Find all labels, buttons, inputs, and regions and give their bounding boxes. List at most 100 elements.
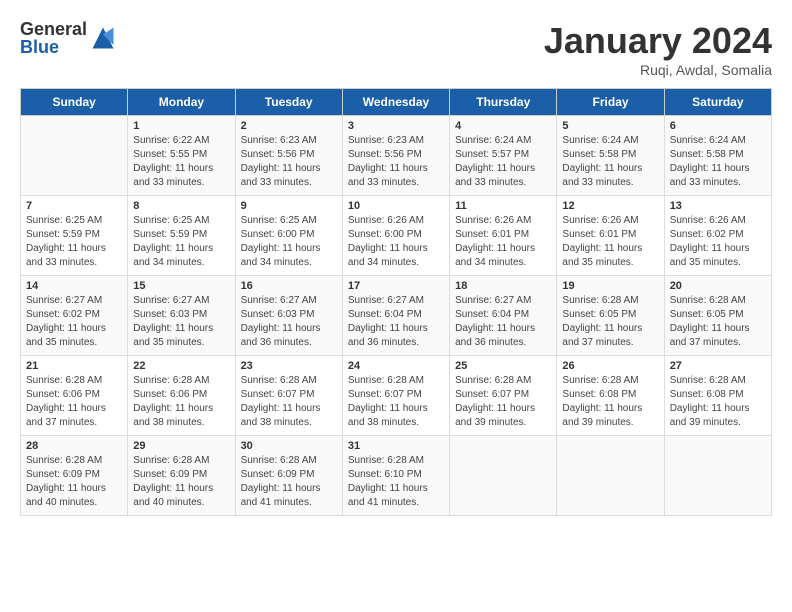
calendar-header: SundayMondayTuesdayWednesdayThursdayFrid… <box>21 89 772 116</box>
weekday-header: Tuesday <box>235 89 342 116</box>
day-number: 25 <box>455 360 551 372</box>
calendar-day-cell: 23 Sunrise: 6:28 AM Sunset: 6:07 PM Dayli… <box>235 356 342 436</box>
calendar-week-row: 14 Sunrise: 6:27 AM Sunset: 6:02 PM Dayli… <box>21 276 772 356</box>
day-info: Sunrise: 6:24 AM Sunset: 5:58 PM Dayligh… <box>670 134 766 190</box>
title-block: January 2024 Ruqi, Awdal, Somalia <box>544 20 772 78</box>
day-number: 13 <box>670 200 766 212</box>
calendar-day-cell: 3Sunrise: 6:23 AM Sunset: 5:56 PM Daylig… <box>342 116 449 196</box>
weekday-header: Monday <box>128 89 235 116</box>
calendar-day-cell: 20Sunrise: 6:28 AM Sunset: 6:05 PM Dayli… <box>664 276 771 356</box>
calendar-day-cell <box>450 436 557 516</box>
day-number: 15 <box>133 280 229 292</box>
day-info: Sunrise: 6:28 AM Sunset: 6:06 PM Dayligh… <box>133 374 229 430</box>
weekday-header: Thursday <box>450 89 557 116</box>
day-number: 7 <box>26 200 122 212</box>
day-info: Sunrise: 6:27 AM Sunset: 6:03 PM Dayligh… <box>133 294 229 350</box>
logo: General Blue <box>20 20 117 56</box>
day-info: Sunrise: 6:26 AM Sunset: 6:01 PM Dayligh… <box>562 214 658 270</box>
day-info: Sunrise: 6:26 AM Sunset: 6:01 PM Dayligh… <box>455 214 551 270</box>
day-info: Sunrise: 6:28 AM Sunset: 6:09 PM Dayligh… <box>133 454 229 510</box>
calendar-day-cell: 10Sunrise: 6:26 AM Sunset: 6:00 PM Dayli… <box>342 196 449 276</box>
calendar-day-cell <box>557 436 664 516</box>
day-info: Sunrise: 6:28 AM Sunset: 6:08 PM Dayligh… <box>562 374 658 430</box>
logo-icon <box>89 24 117 52</box>
day-info: Sunrise: 6:28 AM Sunset: 6:10 PM Dayligh… <box>348 454 444 510</box>
calendar-week-row: 1 Sunrise: 6:22 AM Sunset: 5:55 PM Daylig… <box>21 116 772 196</box>
weekday-header: Sunday <box>21 89 128 116</box>
calendar-table: SundayMondayTuesdayWednesdayThursdayFrid… <box>20 88 772 516</box>
day-number: 11 <box>455 200 551 212</box>
day-info: Sunrise: 6:28 AM Sunset: 6:08 PM Dayligh… <box>670 374 766 430</box>
day-number: 30 <box>241 440 337 452</box>
calendar-day-cell: 7 Sunrise: 6:25 AM Sunset: 5:59 PM Daylig… <box>21 196 128 276</box>
day-number: 23 <box>241 360 337 372</box>
day-number: 19 <box>562 280 658 292</box>
day-number: 2 <box>241 120 337 132</box>
calendar-day-cell: 5 Sunrise: 6:24 AM Sunset: 5:58 PM Daylig… <box>557 116 664 196</box>
calendar-day-cell: 25Sunrise: 6:28 AM Sunset: 6:07 PM Dayli… <box>450 356 557 436</box>
day-number: 17 <box>348 280 444 292</box>
day-number: 29 <box>133 440 229 452</box>
page-header: General Blue January 2024 Ruqi, Awdal, S… <box>20 20 772 78</box>
calendar-day-cell: 12 Sunrise: 6:26 AM Sunset: 6:01 PM Dayli… <box>557 196 664 276</box>
calendar-day-cell: 29 Sunrise: 6:28 AM Sunset: 6:09 PM Dayli… <box>128 436 235 516</box>
calendar-day-cell: 1 Sunrise: 6:22 AM Sunset: 5:55 PM Daylig… <box>128 116 235 196</box>
day-info: Sunrise: 6:26 AM Sunset: 6:02 PM Dayligh… <box>670 214 766 270</box>
day-number: 16 <box>241 280 337 292</box>
day-info: Sunrise: 6:28 AM Sunset: 6:09 PM Dayligh… <box>241 454 337 510</box>
weekday-header: Wednesday <box>342 89 449 116</box>
calendar-day-cell: 21Sunrise: 6:28 AM Sunset: 6:06 PM Dayli… <box>21 356 128 436</box>
day-info: Sunrise: 6:25 AM Sunset: 5:59 PM Dayligh… <box>133 214 229 270</box>
day-info: Sunrise: 6:27 AM Sunset: 6:04 PM Dayligh… <box>455 294 551 350</box>
day-info: Sunrise: 6:25 AM Sunset: 5:59 PM Dayligh… <box>26 214 122 270</box>
day-number: 12 <box>562 200 658 212</box>
calendar-day-cell: 4Sunrise: 6:24 AM Sunset: 5:57 PM Daylig… <box>450 116 557 196</box>
day-info: Sunrise: 6:28 AM Sunset: 6:09 PM Dayligh… <box>26 454 122 510</box>
calendar-day-cell: 9 Sunrise: 6:25 AM Sunset: 6:00 PM Daylig… <box>235 196 342 276</box>
day-number: 3 <box>348 120 444 132</box>
weekday-header: Saturday <box>664 89 771 116</box>
day-info: Sunrise: 6:28 AM Sunset: 6:07 PM Dayligh… <box>348 374 444 430</box>
calendar-day-cell: 26 Sunrise: 6:28 AM Sunset: 6:08 PM Dayli… <box>557 356 664 436</box>
calendar-day-cell: 8 Sunrise: 6:25 AM Sunset: 5:59 PM Daylig… <box>128 196 235 276</box>
day-number: 21 <box>26 360 122 372</box>
day-info: Sunrise: 6:24 AM Sunset: 5:58 PM Dayligh… <box>562 134 658 190</box>
calendar-day-cell: 27 Sunrise: 6:28 AM Sunset: 6:08 PM Dayli… <box>664 356 771 436</box>
day-number: 31 <box>348 440 444 452</box>
day-number: 8 <box>133 200 229 212</box>
calendar-day-cell: 18 Sunrise: 6:27 AM Sunset: 6:04 PM Dayli… <box>450 276 557 356</box>
day-info: Sunrise: 6:27 AM Sunset: 6:02 PM Dayligh… <box>26 294 122 350</box>
calendar-day-cell: 15 Sunrise: 6:27 AM Sunset: 6:03 PM Dayli… <box>128 276 235 356</box>
day-info: Sunrise: 6:24 AM Sunset: 5:57 PM Dayligh… <box>455 134 551 190</box>
day-info: Sunrise: 6:28 AM Sunset: 6:07 PM Dayligh… <box>241 374 337 430</box>
day-number: 26 <box>562 360 658 372</box>
calendar-day-cell: 14 Sunrise: 6:27 AM Sunset: 6:02 PM Dayli… <box>21 276 128 356</box>
location-title: Ruqi, Awdal, Somalia <box>544 62 772 78</box>
calendar-week-row: 28 Sunrise: 6:28 AM Sunset: 6:09 PM Dayli… <box>21 436 772 516</box>
day-info: Sunrise: 6:28 AM Sunset: 6:05 PM Dayligh… <box>562 294 658 350</box>
calendar-day-cell: 24 Sunrise: 6:28 AM Sunset: 6:07 PM Dayli… <box>342 356 449 436</box>
calendar-week-row: 7 Sunrise: 6:25 AM Sunset: 5:59 PM Daylig… <box>21 196 772 276</box>
day-number: 28 <box>26 440 122 452</box>
day-number: 18 <box>455 280 551 292</box>
day-info: Sunrise: 6:28 AM Sunset: 6:05 PM Dayligh… <box>670 294 766 350</box>
day-number: 14 <box>26 280 122 292</box>
calendar-day-cell <box>664 436 771 516</box>
calendar-day-cell: 19 Sunrise: 6:28 AM Sunset: 6:05 PM Dayli… <box>557 276 664 356</box>
month-title: January 2024 <box>544 20 772 62</box>
day-number: 5 <box>562 120 658 132</box>
logo-text-general: General <box>20 20 87 38</box>
day-info: Sunrise: 6:27 AM Sunset: 6:03 PM Dayligh… <box>241 294 337 350</box>
calendar-day-cell: 31 Sunrise: 6:28 AM Sunset: 6:10 PM Dayli… <box>342 436 449 516</box>
day-number: 9 <box>241 200 337 212</box>
calendar-day-cell: 2 Sunrise: 6:23 AM Sunset: 5:56 PM Daylig… <box>235 116 342 196</box>
day-info: Sunrise: 6:23 AM Sunset: 5:56 PM Dayligh… <box>241 134 337 190</box>
day-number: 27 <box>670 360 766 372</box>
day-number: 24 <box>348 360 444 372</box>
day-info: Sunrise: 6:25 AM Sunset: 6:00 PM Dayligh… <box>241 214 337 270</box>
calendar-day-cell: 28 Sunrise: 6:28 AM Sunset: 6:09 PM Dayli… <box>21 436 128 516</box>
calendar-day-cell: 6Sunrise: 6:24 AM Sunset: 5:58 PM Daylig… <box>664 116 771 196</box>
logo-text-blue: Blue <box>20 38 87 56</box>
day-info: Sunrise: 6:22 AM Sunset: 5:55 PM Dayligh… <box>133 134 229 190</box>
day-number: 1 <box>133 120 229 132</box>
